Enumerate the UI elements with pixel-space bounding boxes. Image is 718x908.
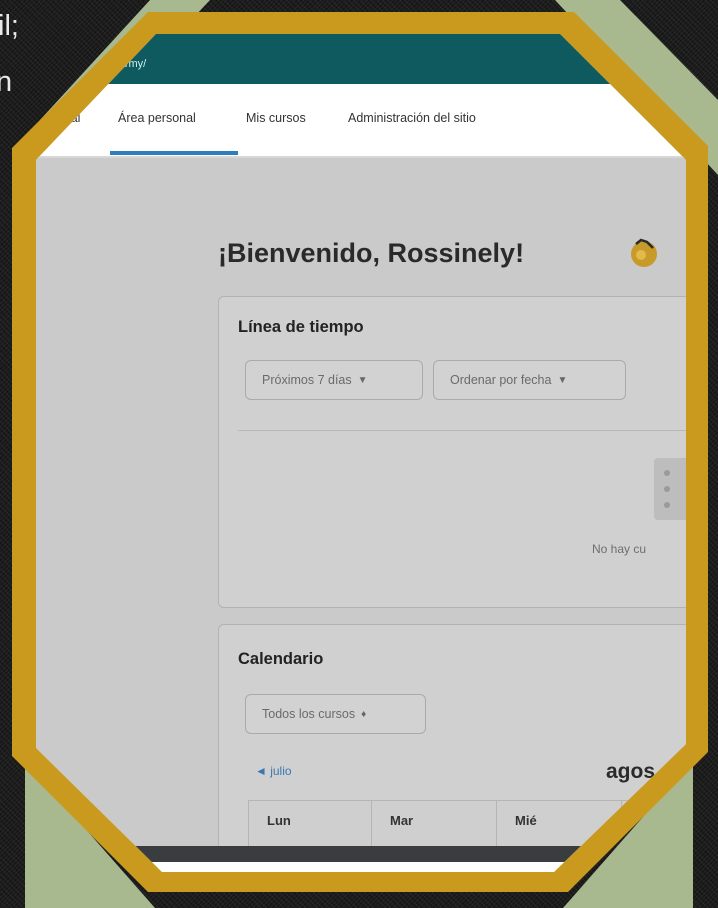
calendar-course-filter-label: Todos los cursos — [262, 707, 356, 721]
chevron-down-icon: ♦ — [361, 708, 367, 720]
calendar-weekday-header: Lun — [248, 800, 372, 848]
weekday-label: Mar — [390, 813, 414, 828]
calendar-course-filter[interactable]: Todos los cursos ♦ — [245, 694, 426, 734]
timeline-empty-message: No hay cu — [592, 542, 647, 556]
timeline-days-filter-label: Próximos 7 días — [262, 373, 352, 387]
calendar-weekday-header: Mar — [371, 800, 497, 848]
timeline-sort-select[interactable]: Ordenar por fecha ▼ — [433, 360, 626, 400]
timeline-days-filter[interactable]: Próximos 7 días ▼ — [245, 360, 423, 400]
timeline-divider — [238, 430, 686, 431]
nav-item-personal-area[interactable]: Área personal — [118, 111, 196, 125]
welcome-heading: ¡Bienvenido, Rossinely! — [218, 238, 525, 268]
timeline-card — [218, 296, 686, 608]
nav-active-indicator — [110, 151, 238, 155]
timeline-sort-label: Ordenar por fecha — [450, 373, 552, 387]
timeline-title: Línea de tiempo — [238, 318, 364, 336]
weekday-label: Mié — [515, 813, 537, 828]
screenshot-viewport: icit/my/ ipal Área personal Mis cursos A… — [36, 34, 686, 872]
nav-item-site-admin[interactable]: Administración del sitio — [348, 111, 476, 125]
chevron-down-icon: ▼ — [357, 374, 368, 386]
chevron-down-icon: ▼ — [557, 374, 568, 386]
calendar-month-heading: agos — [606, 760, 656, 783]
calendar-title: Calendario — [238, 650, 324, 668]
weekday-label: Lun — [267, 813, 291, 828]
calendar-prev-month-link[interactable]: ◄ julio — [255, 764, 292, 778]
waving-hand-icon — [631, 238, 657, 267]
nav-item-my-courses[interactable]: Mis cursos — [246, 111, 306, 125]
